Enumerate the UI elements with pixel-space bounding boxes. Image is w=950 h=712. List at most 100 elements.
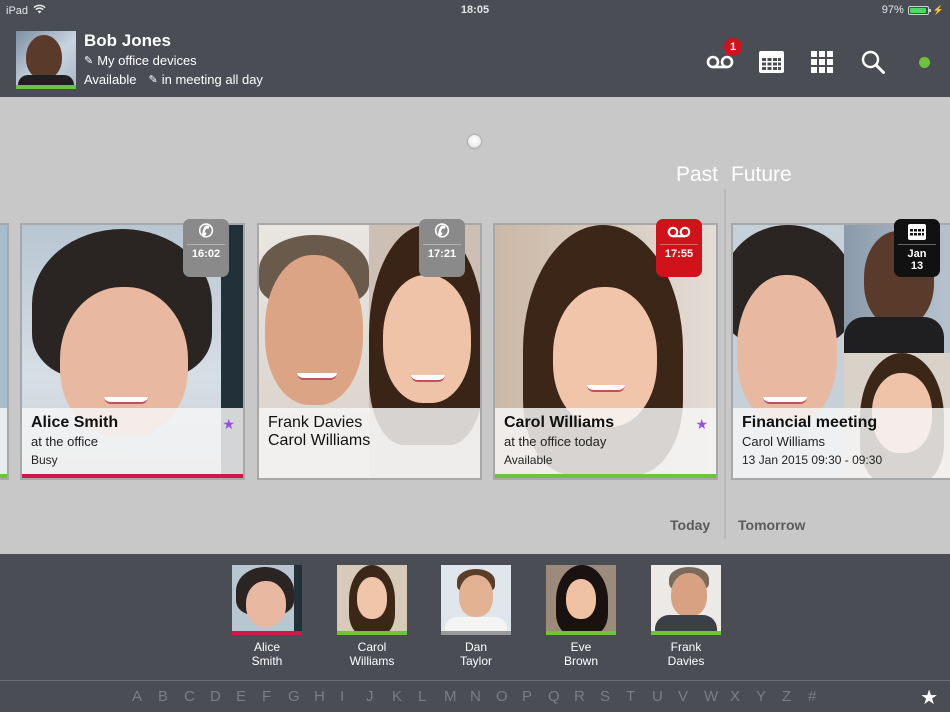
device-label-text: My office devices <box>97 53 197 68</box>
alphabet-letter[interactable]: A <box>132 688 158 705</box>
card-status: Busy <box>31 453 58 467</box>
alphabet-letter[interactable]: R <box>574 688 600 705</box>
favorite-first-name: Carol <box>357 640 387 654</box>
user-presence-bar <box>16 85 76 89</box>
alphabet-index: A B C D E F G H I J K L M N O P Q R S T U V W X Y Z # ★ <box>0 680 950 712</box>
alphabet-letter[interactable]: J <box>366 688 392 705</box>
charging-icon: ⚡ <box>932 4 944 15</box>
calendar-button[interactable] <box>753 44 789 80</box>
user-name[interactable]: Bob Jones <box>84 31 171 51</box>
alphabet-letter[interactable]: V <box>678 688 704 705</box>
alphabet-letter[interactable]: U <box>652 688 678 705</box>
card-subtitle: at the office <box>31 434 98 449</box>
favorite-first-name: Eve <box>570 640 592 654</box>
timeline-drag-handle[interactable] <box>468 135 481 148</box>
favorite-last-name: Williams <box>349 654 395 668</box>
alphabet-letter[interactable]: N <box>470 688 496 705</box>
timeline[interactable]: Past Future Today Tomorrow Alice Smith a… <box>0 97 950 554</box>
alphabet-letter[interactable]: X <box>730 688 756 705</box>
calendar-icon <box>894 219 940 244</box>
favorite-first-name: Dan <box>464 640 487 654</box>
pencil-icon: ✎ <box>148 74 158 86</box>
calendar-day: 13 <box>910 260 924 272</box>
favorites-star-icon[interactable]: ★ <box>920 685 938 710</box>
alphabet-letter[interactable]: Y <box>756 688 782 705</box>
favorite-carol-williams[interactable]: Carol Williams <box>337 565 407 668</box>
presence-dot-icon <box>918 56 930 68</box>
voicemail-icon <box>706 55 734 69</box>
presence-bar <box>546 631 616 635</box>
calendar-month: Jan <box>907 248 927 260</box>
favorite-frank-davies[interactable]: Frank Davies <box>651 565 721 668</box>
call-time: 16:02 <box>191 248 221 260</box>
alphabet-letter[interactable]: W <box>704 688 730 705</box>
now-divider <box>724 189 726 539</box>
device-selector[interactable]: ✎ My office devices <box>84 53 197 68</box>
tomorrow-label: Tomorrow <box>738 517 806 533</box>
presence-bar <box>22 474 243 478</box>
user-avatar[interactable] <box>16 31 76 89</box>
phone-icon: ✆ <box>198 221 214 241</box>
presence-status[interactable]: Available <box>84 72 137 87</box>
status-bar: iPad 18:05 97% ⚡ <box>0 0 950 20</box>
card-title: Alice Smith <box>31 414 119 431</box>
favorite-eve-brown[interactable]: Eve Brown <box>546 565 616 668</box>
alphabet-letter[interactable]: H <box>314 688 340 705</box>
calendar-tag: Jan 13 <box>894 219 940 277</box>
alphabet-letter[interactable]: F <box>262 688 288 705</box>
alphabet-letter[interactable]: Z <box>782 688 808 705</box>
alphabet-letter[interactable]: B <box>158 688 184 705</box>
favorite-last-name: Taylor <box>459 654 492 668</box>
alphabet-letter[interactable]: O <box>496 688 522 705</box>
phone-icon: ✆ <box>434 221 450 241</box>
alphabet-letter[interactable]: K <box>392 688 418 705</box>
battery-icon <box>907 5 931 15</box>
avatar <box>232 565 302 635</box>
favorite-star-icon[interactable]: ★ <box>222 416 235 433</box>
avatar <box>546 565 616 635</box>
alphabet-letter[interactable]: P <box>522 688 548 705</box>
alphabet-letter[interactable]: G <box>288 688 314 705</box>
voicemail-tag: 17:55 <box>656 219 702 277</box>
favorite-alice-smith[interactable]: Alice Smith <box>232 565 302 668</box>
alphabet-letter[interactable]: D <box>210 688 236 705</box>
past-label: Past <box>676 163 719 186</box>
call-tag: ✆ 16:02 <box>183 219 229 277</box>
alphabet-letter[interactable]: I <box>340 688 366 705</box>
alphabet-letter[interactable]: S <box>600 688 626 705</box>
favorite-star-icon[interactable]: ★ <box>695 416 708 433</box>
card-title: Frank Davies <box>268 414 363 431</box>
presence-row: Available ✎ in meeting all day <box>84 72 263 87</box>
presence-indicator[interactable] <box>906 44 942 80</box>
favorite-first-name: Frank <box>670 640 702 654</box>
presence-bar <box>441 631 511 635</box>
avatar <box>441 565 511 635</box>
pencil-icon: ✎ <box>84 55 94 67</box>
timeline-card-partial[interactable] <box>0 223 9 480</box>
apps-button[interactable] <box>804 44 840 80</box>
voicemail-button[interactable]: 1 <box>702 38 742 80</box>
alphabet-letter[interactable]: E <box>236 688 262 705</box>
presence-bar <box>232 631 302 635</box>
alphabet-letter[interactable]: # <box>808 688 834 705</box>
card-subtitle: at the office today <box>504 434 607 449</box>
presence-bar <box>495 474 716 478</box>
alphabet-letter[interactable]: M <box>444 688 470 705</box>
alphabet-letter[interactable]: Q <box>548 688 574 705</box>
call-time: 17:21 <box>427 248 457 260</box>
call-tag: ✆ 17:21 <box>419 219 465 277</box>
avatar <box>651 565 721 635</box>
future-label: Future <box>731 163 792 186</box>
presence-bar <box>651 631 721 635</box>
favorite-first-name: Alice <box>253 640 280 654</box>
alphabet-letter[interactable]: C <box>184 688 210 705</box>
search-button[interactable] <box>855 44 891 80</box>
alphabet-letter[interactable]: L <box>418 688 444 705</box>
alphabet-letter[interactable]: T <box>626 688 652 705</box>
favorite-dan-taylor[interactable]: Dan Taylor <box>441 565 511 668</box>
presence-note[interactable]: in meeting all day <box>162 72 263 87</box>
favorite-last-name: Smith <box>251 654 283 668</box>
voicemail-time: 17:55 <box>664 248 694 260</box>
voicemail-icon <box>656 219 702 244</box>
favorite-last-name: Brown <box>563 654 598 668</box>
